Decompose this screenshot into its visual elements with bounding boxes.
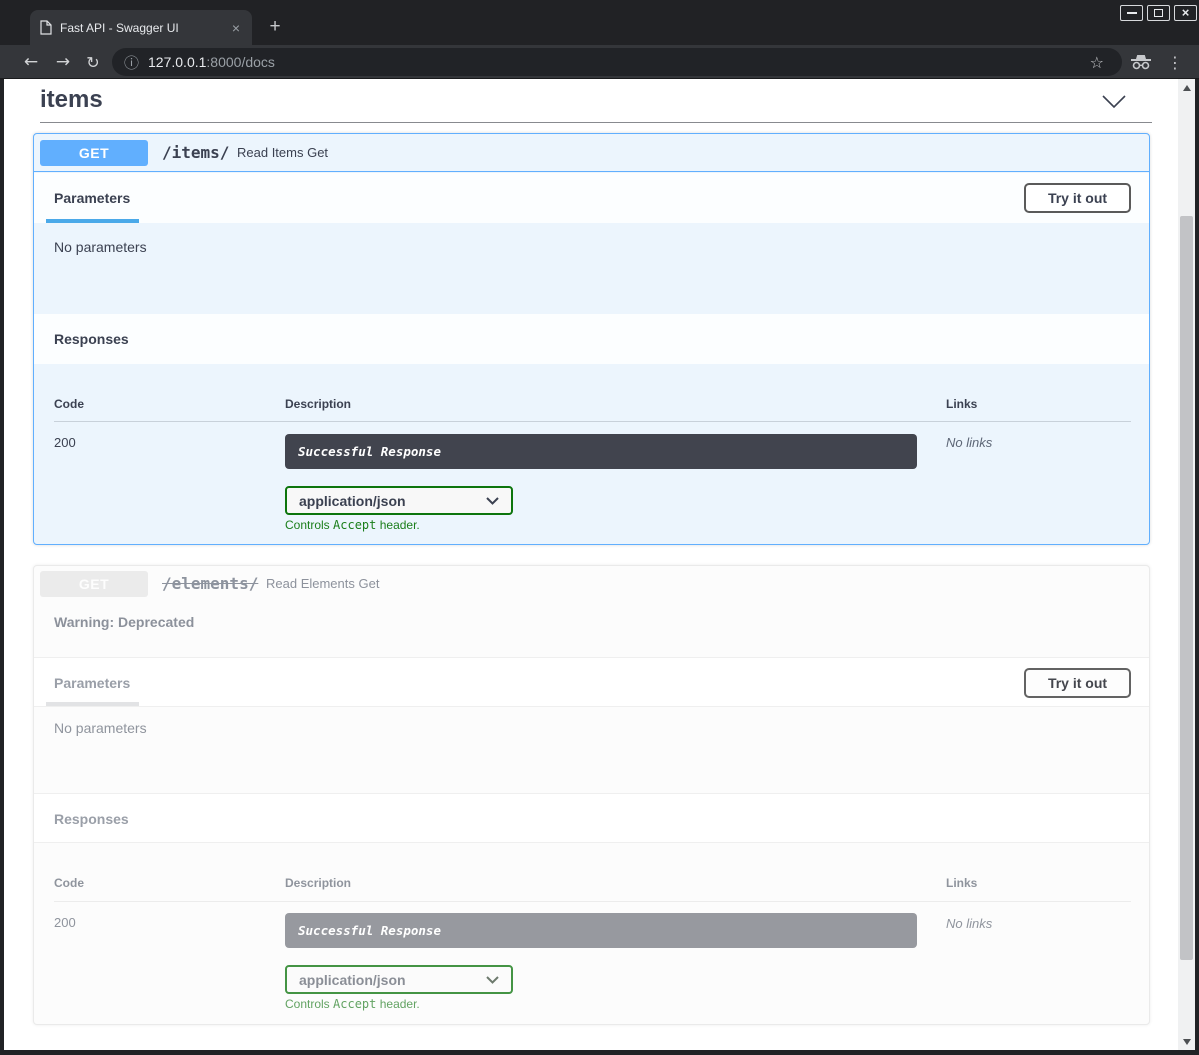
url-host: 127.0.0.1 (148, 54, 206, 70)
close-icon: × (1182, 6, 1190, 19)
url-path: :8000/docs (206, 54, 275, 70)
active-tab-underline (46, 219, 139, 223)
parameters-header: Parameters Try it out (34, 173, 1149, 223)
window-maximize-button[interactable] (1147, 5, 1170, 21)
note-post: header. (376, 518, 419, 532)
bookmark-star-icon[interactable]: ☆ (1090, 53, 1104, 72)
triangle-down-icon (1183, 1039, 1191, 1045)
response-description-box: Successful Response (285, 434, 917, 469)
column-header-links: Links (946, 876, 977, 890)
tab-title: Fast API - Swagger UI (60, 21, 230, 35)
response-code: 200 (54, 435, 76, 450)
opblock-get-items: GET /items/ Read Items Get Parameters Tr… (33, 133, 1150, 545)
response-code: 200 (54, 915, 76, 930)
minimize-icon (1127, 12, 1137, 14)
table-divider (54, 901, 1131, 902)
try-it-out-button[interactable]: Try it out (1024, 183, 1131, 213)
window-titlebar: Fast API - Swagger UI × + × (0, 0, 1199, 45)
endpoint-path: /elements/ (162, 566, 258, 602)
browser-toolbar: ← → ↻ ⓘ 127.0.0.1:8000/docs ☆ ⋮ (0, 45, 1199, 79)
parameters-header: Parameters Try it out (34, 657, 1149, 707)
incognito-icon (1130, 54, 1152, 75)
http-method-badge: GET (40, 140, 148, 166)
tag-section-title[interactable]: items (40, 86, 103, 114)
scrollbar-thumb[interactable] (1180, 216, 1193, 960)
response-links: No links (946, 916, 992, 931)
endpoint-summary: Read Items Get (237, 134, 328, 172)
chevron-down-icon (486, 497, 499, 505)
table-divider (54, 421, 1131, 422)
media-type-select[interactable]: application/json (285, 965, 513, 994)
page-favicon-icon (40, 20, 52, 35)
column-header-description: Description (285, 876, 351, 890)
browser-tab[interactable]: Fast API - Swagger UI × (30, 10, 252, 45)
new-tab-button[interactable]: + (263, 15, 287, 39)
window-minimize-button[interactable] (1120, 5, 1143, 21)
reload-icon[interactable]: ↻ (78, 45, 108, 79)
http-method-badge: GET (40, 571, 148, 597)
parameters-label: Parameters (54, 173, 130, 223)
column-header-links: Links (946, 397, 977, 411)
opblock-summary[interactable]: GET /items/ Read Items Get (34, 134, 1149, 172)
note-code: Accept (333, 997, 376, 1011)
forward-icon[interactable]: → (48, 45, 78, 79)
parameters-label: Parameters (54, 658, 130, 708)
no-parameters-text: No parameters (54, 239, 147, 255)
responses-header: Responses (34, 793, 1149, 843)
media-type-value: application/json (299, 493, 486, 509)
chevron-down-icon (486, 976, 499, 984)
accept-header-note: Controls Accept header. (285, 518, 420, 532)
active-tab-underline (46, 702, 139, 706)
note-code: Accept (333, 518, 376, 532)
responses-label: Responses (54, 794, 129, 844)
address-bar[interactable]: ⓘ 127.0.0.1:8000/docs ☆ (112, 48, 1122, 76)
response-description-box: Successful Response (285, 913, 917, 948)
maximize-icon (1154, 9, 1163, 17)
responses-header: Responses (34, 314, 1149, 364)
opblock-get-elements-deprecated: GET /elements/ Read Elements Get Warning… (33, 565, 1150, 1025)
deprecated-warning: Warning: Deprecated (54, 614, 194, 630)
opblock-summary[interactable]: GET /elements/ Read Elements Get (34, 566, 1149, 602)
accept-header-note: Controls Accept header. (285, 997, 420, 1011)
media-type-value: application/json (299, 972, 486, 988)
vertical-scrollbar[interactable] (1178, 79, 1195, 1050)
endpoint-summary: Read Elements Get (266, 566, 379, 602)
column-header-code: Code (54, 876, 84, 890)
tab-close-icon[interactable]: × (230, 20, 242, 36)
scroll-down-button[interactable] (1178, 1033, 1195, 1050)
back-icon[interactable]: ← (16, 45, 46, 79)
note-pre: Controls (285, 997, 333, 1011)
column-header-description: Description (285, 397, 351, 411)
column-header-code: Code (54, 397, 84, 411)
window-close-button[interactable]: × (1174, 5, 1197, 21)
section-collapse-chevron-icon[interactable] (1101, 93, 1127, 114)
endpoint-path: /items/ (162, 134, 229, 172)
page-content: items GET /items/ Read Items Get Paramet… (4, 79, 1178, 1050)
try-it-out-button[interactable]: Try it out (1024, 668, 1131, 698)
no-parameters-text: No parameters (54, 720, 147, 736)
section-divider (40, 122, 1152, 123)
url-text: 127.0.0.1:8000/docs (148, 54, 275, 70)
note-pre: Controls (285, 518, 333, 532)
response-links: No links (946, 435, 992, 450)
scroll-up-button[interactable] (1178, 79, 1195, 96)
responses-label: Responses (54, 314, 129, 364)
browser-menu-icon[interactable]: ⋮ (1167, 45, 1183, 79)
media-type-select[interactable]: application/json (285, 486, 513, 515)
triangle-up-icon (1183, 85, 1191, 91)
note-post: header. (376, 997, 419, 1011)
site-info-icon[interactable]: ⓘ (124, 52, 139, 73)
